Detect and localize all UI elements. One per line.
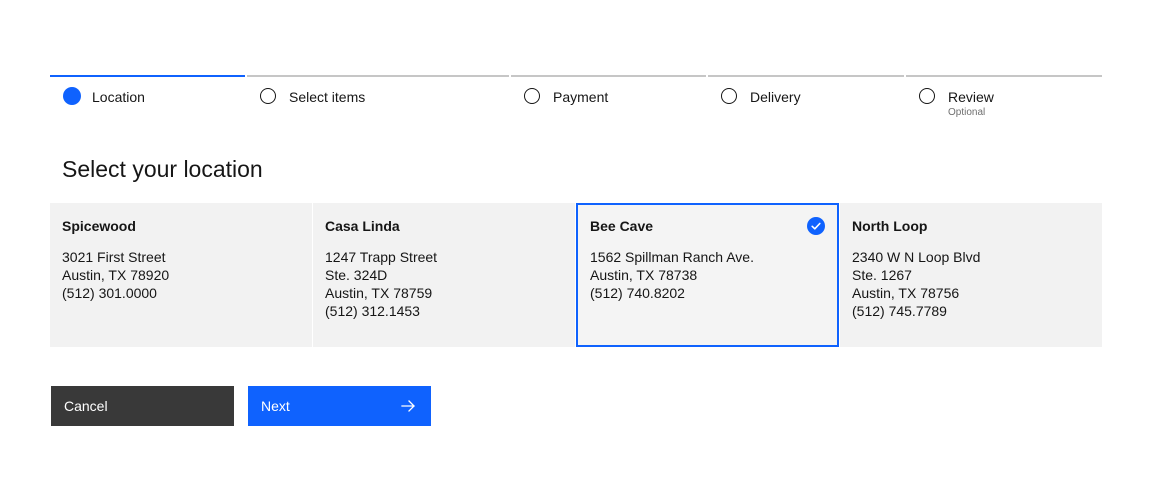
cancel-button-label: Cancel <box>64 398 108 414</box>
location-address-line: 1562 Spillman Ranch Ave. <box>590 249 754 265</box>
step-progress-line <box>708 75 904 77</box>
step-delivery[interactable]: Delivery <box>708 75 906 135</box>
step-select-items[interactable]: Select items <box>247 75 511 135</box>
step-progress-line <box>50 75 245 77</box>
next-button-label: Next <box>261 398 290 414</box>
location-tile-north-loop[interactable]: North Loop 2340 W N Loop Blvd Ste. 1267 … <box>840 203 1102 347</box>
location-phone: (512) 301.0000 <box>62 285 157 301</box>
arrow-right-icon <box>401 400 415 412</box>
incomplete-step-icon <box>260 88 276 104</box>
incomplete-step-icon <box>919 88 935 104</box>
next-button[interactable]: Next <box>248 386 431 426</box>
page-title: Select your location <box>62 156 263 182</box>
location-tile-spicewood[interactable]: Spicewood 3021 First Street Austin, TX 7… <box>50 203 312 347</box>
location-tile-casa-linda[interactable]: Casa Linda 1247 Trapp Street Ste. 324D A… <box>313 203 575 347</box>
location-phone: (512) 745.7789 <box>852 303 947 319</box>
location-name: Casa Linda <box>325 218 400 234</box>
checkmark-filled-icon <box>807 217 825 235</box>
location-address-line: 1247 Trapp Street <box>325 249 438 265</box>
location-suite-line: Ste. 1267 <box>852 267 912 283</box>
step-location[interactable]: Location <box>50 75 247 135</box>
step-payment[interactable]: Payment <box>511 75 708 135</box>
location-tile-group: Spicewood 3021 First Street Austin, TX 7… <box>50 203 1102 347</box>
location-city-line: Austin, TX 78738 <box>590 267 698 283</box>
step-label: Delivery <box>750 89 801 105</box>
location-city-line: Austin, TX 78759 <box>325 285 433 301</box>
location-phone: (512) 312.1453 <box>325 303 420 319</box>
location-city-line: Austin, TX 78920 <box>62 267 170 283</box>
location-city-line: Austin, TX 78756 <box>852 285 960 301</box>
incomplete-step-icon <box>721 88 737 104</box>
step-label: Select items <box>289 89 366 105</box>
location-tile-bee-cave[interactable]: Bee Cave 1562 Spillman Ranch Ave. Austin… <box>576 203 839 347</box>
current-step-icon <box>63 87 81 105</box>
location-phone: (512) 740.8202 <box>590 285 685 301</box>
location-name: Spicewood <box>62 218 136 234</box>
step-progress-line <box>906 75 1102 77</box>
step-label: Payment <box>553 89 609 105</box>
incomplete-step-icon <box>524 88 540 104</box>
step-label: Review <box>948 89 994 105</box>
progress-indicator: Location Select items Payment Delivery R… <box>50 75 1102 135</box>
location-suite-line: Ste. 324D <box>325 267 388 283</box>
step-review[interactable]: Review Optional <box>906 75 1102 135</box>
page: Location Select items Payment Delivery R… <box>0 0 1152 499</box>
cancel-button[interactable]: Cancel <box>51 386 234 426</box>
location-name: North Loop <box>852 218 928 234</box>
step-optional-label: Optional <box>948 107 986 118</box>
step-label: Location <box>92 89 145 105</box>
location-address-line: 3021 First Street <box>62 249 166 265</box>
step-progress-line <box>247 75 509 77</box>
step-progress-line <box>511 75 706 77</box>
location-address-line: 2340 W N Loop Blvd <box>852 249 981 265</box>
location-name: Bee Cave <box>590 218 654 234</box>
